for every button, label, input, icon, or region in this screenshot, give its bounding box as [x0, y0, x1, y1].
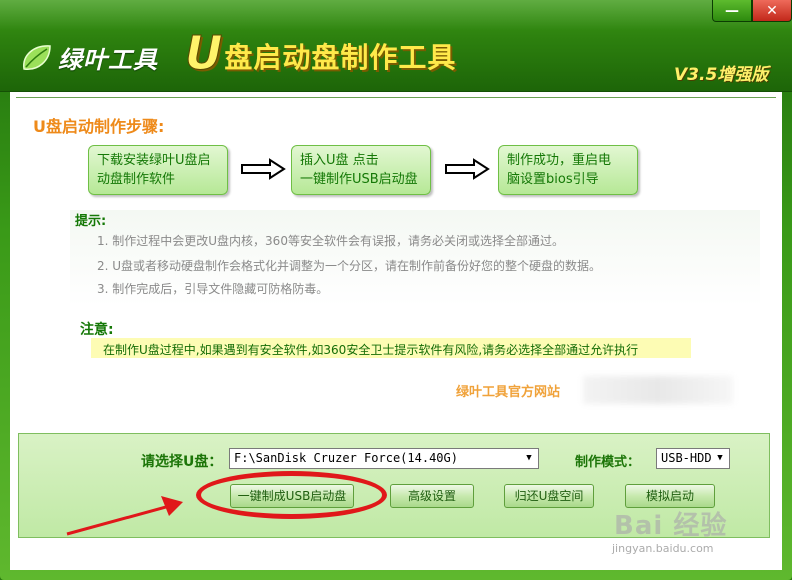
minimize-button[interactable]: —: [712, 0, 752, 22]
tip-item: 3. 制作完成后，引导文件隐藏可防格防毒。: [97, 282, 329, 296]
mode-select-label: 制作模式：: [575, 455, 641, 470]
app-title: U 盘启动盘制作工具: [184, 26, 457, 80]
chevron-down-icon[interactable]: ▼: [522, 451, 536, 466]
mode-select[interactable]: USB-HDD ▼: [656, 448, 730, 469]
step-1-line2: 动盘制作软件: [97, 172, 176, 187]
leaf-icon: [23, 44, 51, 70]
app-title-u: U: [184, 26, 223, 80]
restore-usb-space-button[interactable]: 归还U盘空间: [504, 484, 594, 508]
divider: [16, 97, 776, 98]
title-bar: 绿叶工具 U 盘启动盘制作工具 V3.5增强版: [0, 0, 792, 92]
watermark-url: jingyan.baidu.com: [612, 542, 714, 555]
right-arrow-icon: [445, 158, 490, 180]
app-title-rest: 盘启动盘制作工具: [224, 41, 457, 74]
chevron-down-icon[interactable]: ▼: [713, 451, 727, 466]
close-icon: ✕: [766, 2, 778, 19]
tips-title: 提示:: [75, 214, 107, 229]
version-label: V3.5增强版: [674, 65, 769, 85]
step-2-box: 插入U盘 点击 一键制作USB启动盘: [291, 145, 431, 195]
app-window: 绿叶工具 U 盘启动盘制作工具 V3.5增强版 — ✕ U盘启动制作步骤: 下载…: [0, 0, 792, 580]
mode-value: USB-HDD: [661, 451, 712, 465]
pointer-arrow-icon: [66, 496, 183, 536]
watermark-brand: Bai 经验: [614, 511, 728, 541]
tip-item: 2. U盘或者移动硬盘制作会格式化并调整为一个分区，请在制作前备份好您的整个硬盘…: [97, 259, 602, 273]
notice-title: 注意:: [80, 322, 114, 338]
step-3-line1: 制作成功，重启电: [507, 153, 612, 168]
highlight-ellipse: [196, 471, 387, 519]
close-button[interactable]: ✕: [752, 0, 792, 22]
app-logo: 绿叶工具: [20, 40, 158, 75]
step-2-line1: 插入U盘 点击: [300, 153, 379, 168]
step-1-box: 下载安装绿叶U盘启 动盘制作软件: [88, 145, 228, 195]
notice-text: 在制作U盘过程中,如果遇到有安全软件,如360安全卫士提示软件有风险,请务必选择…: [103, 343, 639, 357]
redacted-url: [583, 376, 733, 404]
step-2-line2: 一键制作USB启动盘: [300, 172, 418, 187]
step-3-line2: 脑设置bios引导: [507, 172, 599, 187]
tip-item: 1. 制作过程中会更改U盘内核，360等安全软件会有误报，请务必关闭或选择全部通…: [97, 234, 564, 248]
step-3-box: 制作成功，重启电 脑设置bios引导: [498, 145, 638, 195]
right-arrow-icon: [241, 158, 286, 180]
usb-drive-value: F:\SanDisk Cruzer Force(14.40G): [234, 451, 458, 465]
usb-select-label: 请选择U盘：: [141, 454, 223, 470]
minimize-icon: —: [725, 2, 739, 19]
step-1-line1: 下载安装绿叶U盘启: [97, 153, 211, 168]
usb-drive-select[interactable]: F:\SanDisk Cruzer Force(14.40G) ▼: [229, 448, 539, 469]
official-site-link[interactable]: 绿叶工具官方网站: [456, 381, 560, 400]
logo-text: 绿叶工具: [58, 46, 158, 74]
steps-title: U盘启动制作步骤:: [33, 117, 165, 136]
advanced-settings-button[interactable]: 高级设置: [390, 484, 474, 508]
main-content: U盘启动制作步骤: 下载安装绿叶U盘启 动盘制作软件 插入U盘 点击 一键制作U…: [10, 92, 782, 570]
